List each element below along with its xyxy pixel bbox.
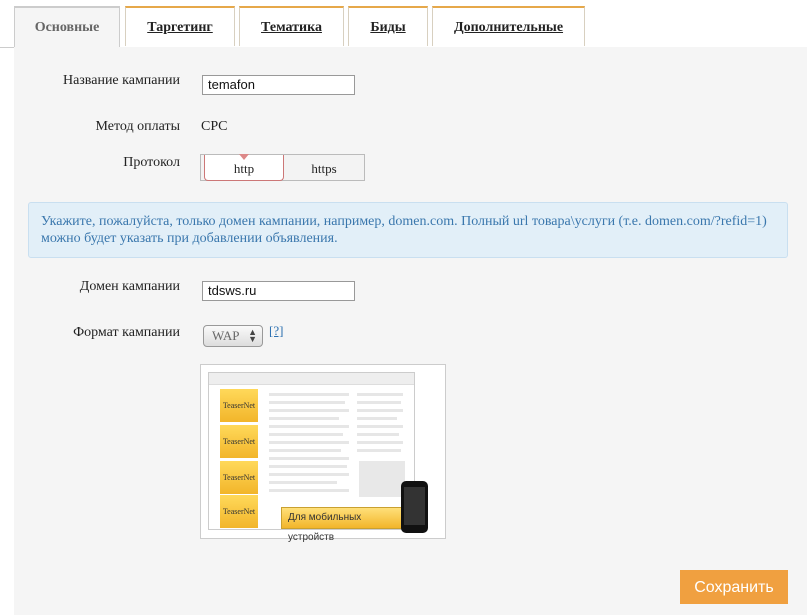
format-select[interactable]: WAP ▲ ▼ (203, 325, 263, 347)
tab-targeting[interactable]: Таргетинг (125, 6, 235, 46)
format-help-link[interactable]: [?] (269, 323, 283, 339)
content-line (269, 441, 349, 444)
ad-teaser: TeaserNet (220, 495, 258, 528)
content-line (269, 457, 349, 460)
content-line (357, 425, 403, 428)
browser-toolbar (209, 373, 414, 385)
ad-teaser: TeaserNet (220, 425, 258, 458)
content-line (269, 409, 349, 412)
content-line (269, 401, 345, 404)
protocol-option-https[interactable]: https (285, 155, 363, 180)
content-line (357, 401, 401, 404)
tab-topics[interactable]: Тематика (239, 6, 344, 46)
smartphone-icon (401, 481, 428, 533)
content-line (269, 473, 349, 476)
content-line (269, 489, 349, 492)
content-line (357, 409, 403, 412)
selected-caret-icon (239, 154, 249, 160)
save-button[interactable]: Сохранить (680, 570, 788, 604)
domain-input[interactable]: tdsws.ru (202, 281, 355, 301)
format-selected-value: WAP (212, 328, 240, 343)
content-line (357, 393, 403, 396)
mobile-devices-caption: Для мобильных устройств (281, 507, 409, 543)
content-line (357, 433, 399, 436)
tab-bar: Основные Таргетинг Тематика Биды Дополни… (0, 0, 807, 48)
browser-mockup: TeaserNet TeaserNet TeaserNet TeaserNet … (208, 372, 415, 543)
ad-teaser: TeaserNet (220, 389, 258, 422)
tab-additional[interactable]: Дополнительные (432, 6, 585, 46)
content-line (269, 465, 347, 468)
campaign-name-input[interactable]: temafon (202, 75, 355, 95)
content-line (269, 393, 349, 396)
domain-info-alert: Укажите, пожалуйста, только домен кампан… (28, 202, 788, 258)
tab-bids[interactable]: Биды (348, 6, 428, 46)
campaign-name-label: Название кампании (62, 73, 180, 88)
payment-method-label: Метод оплаты (95, 119, 181, 134)
content-line (269, 481, 337, 484)
protocol-label: Протокол (123, 155, 180, 170)
format-label: Формат кампании (73, 325, 180, 340)
ad-teaser: TeaserNet (220, 461, 258, 494)
content-line (269, 425, 349, 428)
content-line (357, 441, 403, 444)
sidebar-placeholder (359, 461, 405, 497)
payment-method-value: CPC (201, 119, 228, 134)
content-line (357, 417, 397, 420)
tab-basic[interactable]: Основные (14, 6, 120, 48)
content-line (269, 417, 339, 420)
select-arrows-icon: ▲ ▼ (248, 327, 257, 344)
content-line (269, 433, 343, 436)
content-line (269, 449, 341, 452)
domain-label: Домен кампании (79, 279, 180, 294)
content-line (357, 449, 401, 452)
format-preview-image: TeaserNet TeaserNet TeaserNet TeaserNet … (200, 364, 446, 543)
protocol-toggle: http https (200, 154, 365, 181)
